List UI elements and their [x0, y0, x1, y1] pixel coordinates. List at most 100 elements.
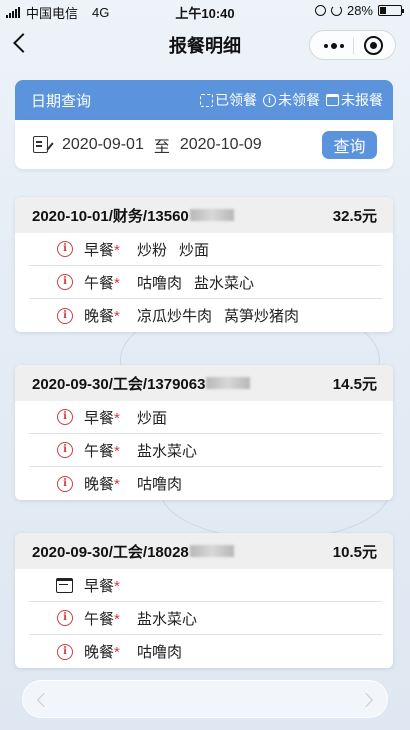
meal-name: 午餐* [84, 608, 137, 629]
meal-name: 晚餐* [84, 305, 137, 326]
redacted-phone [206, 377, 251, 389]
record-amount: 32.5元 [332, 207, 377, 225]
dish-item: 炒面 [137, 409, 168, 427]
meal-name: 早餐* [84, 407, 137, 428]
dish-list: 凉瓜炒牛肉 莴笋炒猪肉 [137, 305, 299, 326]
chevron-left-icon[interactable] [36, 692, 52, 708]
redacted-phone [189, 545, 234, 557]
date-range-separator: 至 [153, 138, 170, 156]
meal-name-text: 午餐 [84, 610, 115, 628]
info-icon: i [57, 643, 73, 660]
end-date-picker[interactable]: 2020-10-09 [180, 136, 262, 154]
dish-list: 炒面 [137, 407, 167, 428]
meal-row: i 晚餐* 咕噜肉 [29, 635, 382, 668]
record-header: 2020-09-30/工会/1379063 14.5元 [15, 365, 393, 401]
dish-list: 咕噜肉 [137, 641, 182, 662]
dish-item: 盐水菜心 [194, 274, 255, 292]
legend-received-label: 已领餐 [215, 92, 257, 108]
required-mark: * [114, 442, 120, 460]
dish-item: 盐水菜心 [137, 442, 198, 460]
battery-percent: 28% [346, 3, 373, 18]
required-mark: * [114, 476, 120, 493]
redacted-phone [189, 209, 234, 221]
meal-row: 早餐* [29, 569, 382, 602]
meal-row: i 晚餐* 凉瓜炒牛肉 莴笋炒猪肉 [29, 299, 382, 332]
meal-name-text: 午餐 [84, 442, 115, 460]
status-right: 28% [314, 3, 404, 18]
info-icon: i [57, 475, 73, 492]
alarm-icon [330, 5, 342, 16]
record-title: 2020-09-30/工会/18028 [32, 543, 189, 561]
query-header: 日期查询 已领餐 i 未领餐 未报餐 [15, 80, 393, 120]
start-date-picker[interactable]: 2020-09-01 [62, 136, 144, 154]
meal-row: i 早餐* 炒面 [29, 401, 382, 434]
horizontal-scroller[interactable] [22, 680, 388, 718]
dish-item: 盐水菜心 [137, 610, 198, 628]
legend-received: 已领餐 [200, 90, 257, 110]
meal-record-card[interactable]: 2020-10-01/财务/13560 32.5元 i 早餐* 炒粉 炒面 i 午餐* 咕噜肉盐… [15, 197, 393, 332]
required-mark: * [114, 409, 120, 427]
info-icon: i [57, 610, 73, 626]
close-miniprogram-icon[interactable] [364, 36, 383, 55]
meal-record-card[interactable]: 2020-09-30/工会/18028 10.5元 早餐* i 午餐* 盐水菜心 i 晚餐* 咕… [15, 533, 393, 668]
scan-icon [200, 93, 213, 107]
edit-note-icon [33, 136, 48, 153]
record-title: 2020-10-01/财务/13560 [32, 207, 189, 225]
meal-name: 午餐* [84, 440, 137, 461]
dish-list: 盐水菜心 [137, 440, 197, 461]
meal-name-text: 晚餐 [84, 476, 115, 493]
info-icon: i [57, 442, 73, 458]
info-icon: i [57, 274, 73, 290]
dish-item: 咕噜肉 [137, 644, 183, 661]
dish-list: 咕噜肉 [137, 473, 182, 494]
meal-name: 早餐* [84, 239, 137, 260]
info-icon: i [57, 409, 73, 425]
meal-name-text: 早餐 [84, 241, 115, 259]
required-mark: * [114, 274, 120, 292]
meal-record-card[interactable]: 2020-09-30/工会/1379063 14.5元 i 早餐* 炒面 i 午餐* 盐水菜心… [15, 365, 393, 500]
meal-row: i 早餐* 炒粉 炒面 [29, 233, 382, 266]
nav-bar: 报餐明细 [0, 22, 410, 68]
info-icon: i [263, 93, 276, 107]
more-icon[interactable] [324, 43, 344, 49]
meal-name: 晚餐* [84, 473, 137, 494]
legend-not-received-label: 未领餐 [278, 92, 320, 108]
meal-name: 早餐* [84, 575, 137, 596]
dish-item: 咕噜肉 [137, 274, 183, 292]
meal-name-text: 晚餐 [84, 644, 115, 661]
required-mark: * [114, 610, 120, 628]
dish-item: 炒粉 [137, 241, 168, 259]
query-button[interactable]: 查询 [322, 130, 377, 159]
meal-name: 午餐* [84, 272, 137, 293]
meal-row: i 午餐* 盐水菜心 [29, 434, 382, 467]
dish-list: 盐水菜心 [137, 608, 197, 629]
dish-list: 炒粉 炒面 [137, 239, 209, 260]
capsule-divider [353, 38, 354, 54]
calendar-icon [56, 577, 73, 593]
chevron-right-icon[interactable] [358, 692, 374, 708]
status-legend: 已领餐 i 未领餐 未报餐 [200, 90, 383, 110]
meal-row: i 晚餐* 咕噜肉 [29, 467, 382, 500]
record-amount: 14.5元 [332, 375, 377, 393]
orientation-lock-icon [314, 5, 326, 16]
legend-not-received: i 未领餐 [263, 90, 320, 110]
battery-icon [378, 5, 404, 16]
dish-item: 莴笋炒猪肉 [224, 308, 300, 325]
query-label: 日期查询 [31, 92, 92, 110]
record-header: 2020-09-30/工会/18028 10.5元 [15, 533, 393, 569]
legend-not-ordered: 未报餐 [326, 90, 383, 110]
meal-row: i 午餐* 咕噜肉 盐水菜心 [29, 266, 382, 299]
info-icon: i [57, 307, 73, 324]
meal-name-text: 午餐 [84, 274, 115, 292]
calendar-icon [326, 94, 339, 106]
meal-name-text: 早餐 [84, 577, 115, 595]
required-mark: * [114, 644, 120, 661]
meal-row: i 午餐* 盐水菜心 [29, 602, 382, 635]
dish-item: 炒面 [179, 241, 210, 259]
info-icon: i [57, 241, 73, 257]
record-title: 2020-09-30/工会/1379063 [32, 375, 206, 393]
required-mark: * [114, 577, 120, 595]
required-mark: * [114, 308, 120, 325]
mini-program-capsule [309, 30, 396, 60]
legend-not-ordered-label: 未报餐 [341, 92, 383, 108]
